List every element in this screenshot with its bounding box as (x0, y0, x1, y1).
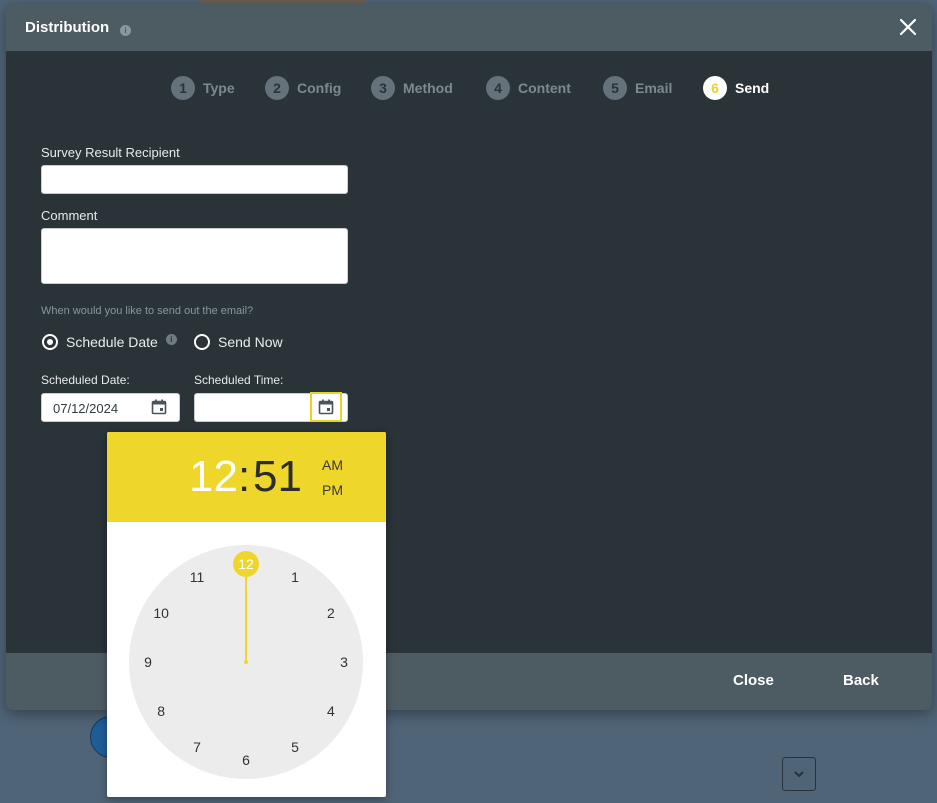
comment-label: Comment (41, 208, 98, 223)
schedule-date-label: Schedule Date (66, 334, 158, 350)
step-number: 4 (486, 76, 510, 100)
dial-hour-6[interactable]: 6 (242, 752, 250, 768)
time-picker-header: 12 : 51 AM PM (107, 432, 386, 522)
comment-textarea[interactable] (41, 228, 348, 284)
step-method[interactable]: 3 Method (371, 76, 453, 100)
dial-hour-10[interactable]: 10 (153, 605, 169, 621)
recipient-label: Survey Result Recipient (41, 145, 180, 160)
send-now-label: Send Now (218, 334, 283, 350)
dial-hour-4[interactable]: 4 (327, 703, 335, 719)
chevron-down-icon (794, 771, 804, 778)
time-picker-popup: 12 : 51 AM PM 12 1 2 3 4 5 6 7 8 9 10 11 (107, 432, 386, 797)
dial-hour-9[interactable]: 9 (144, 654, 152, 670)
scheduled-date-value: 07/12/2024 (53, 401, 119, 416)
dial-hour-8[interactable]: 8 (157, 703, 165, 719)
dial-hour-1[interactable]: 1 (291, 569, 299, 585)
scheduled-time-label: Scheduled Time: (194, 373, 284, 387)
step-label: Send (735, 80, 770, 96)
calendar-icon (318, 399, 334, 415)
dialog-title: Distribution (25, 19, 110, 36)
info-icon[interactable]: i (165, 333, 177, 345)
minute-display[interactable]: 51 (253, 452, 302, 502)
step-send[interactable]: 6 Send (703, 76, 769, 100)
close-button[interactable]: Close (733, 672, 774, 689)
dial-hour-5[interactable]: 5 (291, 739, 299, 755)
time-picker-button[interactable] (310, 392, 342, 422)
hour-display[interactable]: 12 (189, 452, 238, 502)
scheduled-date-input[interactable]: 07/12/2024 (41, 393, 180, 422)
send-question: When would you like to send out the emai… (41, 305, 254, 317)
step-number: 2 (265, 76, 289, 100)
scheduled-date-label: Scheduled Date: (41, 373, 130, 387)
calendar-icon[interactable] (150, 398, 168, 416)
info-icon[interactable]: i (120, 25, 131, 36)
step-content[interactable]: 4 Content (486, 76, 571, 100)
clock-dial[interactable]: 121234567891011 (107, 522, 386, 797)
pm-toggle[interactable]: PM (322, 482, 343, 498)
time-separator: : (238, 452, 251, 501)
schedule-date-option[interactable]: Schedule Date i (42, 333, 177, 350)
step-number: 3 (371, 76, 395, 100)
back-button[interactable]: Back (843, 672, 879, 689)
wizard-stepper: 1 Type 2 Config 3 Method 4 Content 5 Ema… (6, 76, 932, 102)
dialog-header: Distribution i (6, 4, 932, 51)
dial-hour-11[interactable]: 11 (190, 569, 205, 585)
step-number: 6 (703, 76, 727, 100)
dial-hour-12[interactable]: 12 (238, 556, 254, 572)
dial-hour-3[interactable]: 3 (340, 654, 348, 670)
dial-hour-7[interactable]: 7 (193, 739, 201, 755)
step-label: Config (297, 80, 342, 96)
recipient-input[interactable] (41, 165, 348, 194)
background-dropdown-button[interactable] (782, 757, 816, 791)
step-label: Email (635, 80, 673, 96)
step-type[interactable]: 1 Type (171, 76, 235, 100)
dial-hour-2[interactable]: 2 (327, 605, 335, 621)
step-label: Method (403, 80, 453, 96)
step-number: 1 (171, 76, 195, 100)
schedule-date-radio[interactable] (42, 334, 58, 350)
send-now-option[interactable]: Send Now (194, 334, 283, 350)
step-number: 5 (603, 76, 627, 100)
step-label: Type (203, 80, 235, 96)
step-label: Content (518, 80, 571, 96)
am-toggle[interactable]: AM (322, 457, 343, 473)
step-email[interactable]: 5 Email (603, 76, 672, 100)
clock-center (244, 660, 248, 664)
close-icon[interactable] (896, 15, 920, 39)
send-now-radio[interactable] (194, 334, 210, 350)
step-config[interactable]: 2 Config (265, 76, 341, 100)
